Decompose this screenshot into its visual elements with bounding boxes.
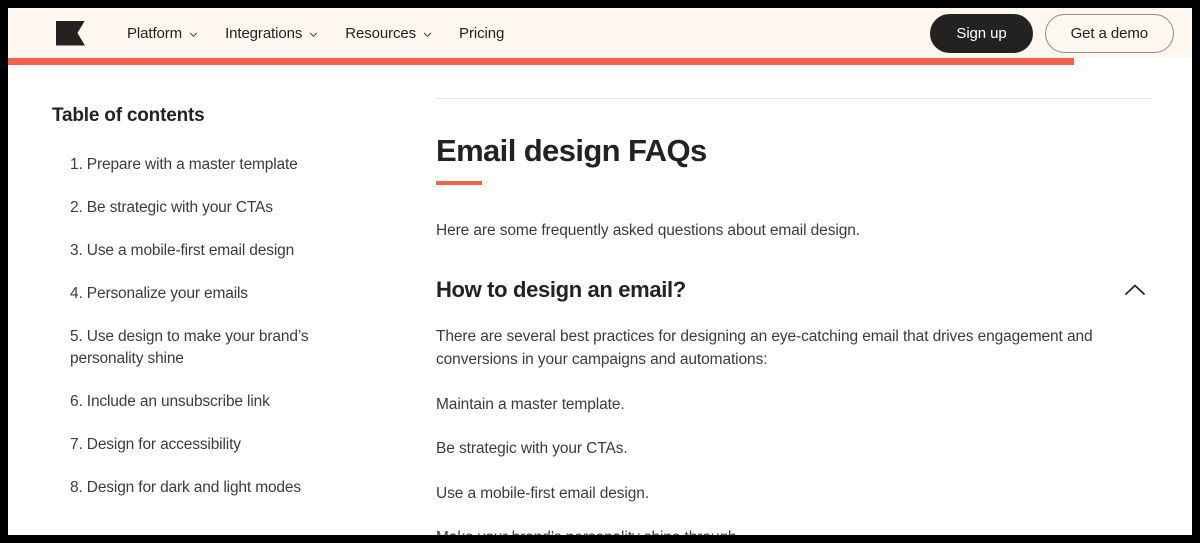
faq-answer-paragraph: Maintain a master template. xyxy=(436,395,625,413)
toc-item-6[interactable]: 6. Include an unsubscribe link xyxy=(52,391,368,413)
faq-answer-paragraph: Make your brand’s personality shine thro… xyxy=(436,526,1096,535)
page-title: Email design FAQs xyxy=(436,133,707,168)
section-divider xyxy=(436,98,1152,99)
faq-question-label: How to design an email? xyxy=(436,276,686,302)
main-navigation: Platform Integrations Resources Pricing xyxy=(127,25,504,42)
chevron-down-icon xyxy=(423,30,432,39)
nav-item-integrations[interactable]: Integrations xyxy=(225,25,318,42)
page-body: Table of contents 1. Prepare with a mast… xyxy=(8,65,1192,535)
nav-item-resources[interactable]: Resources xyxy=(345,25,432,42)
toc-item-5[interactable]: 5. Use design to make your brand’s perso… xyxy=(52,326,368,370)
nav-item-pricing[interactable]: Pricing xyxy=(459,25,504,42)
chevron-down-icon xyxy=(309,30,318,39)
article-content: Email design FAQs Here are some frequent… xyxy=(428,65,1192,535)
nav-item-label: Resources xyxy=(345,24,417,42)
sign-up-button[interactable]: Sign up xyxy=(930,13,1033,53)
chevron-up-icon[interactable] xyxy=(1124,283,1146,296)
reading-progress-bar xyxy=(8,58,1192,65)
table-of-contents: Table of contents 1. Prepare with a mast… xyxy=(8,65,428,535)
nav-item-label: Integrations xyxy=(225,24,303,42)
toc-title: Table of contents xyxy=(52,105,205,126)
browser-viewport: Power smarter digital relationships. Try… xyxy=(8,8,1192,535)
toc-item-4[interactable]: 4. Personalize your emails xyxy=(52,283,368,305)
toc-item-1[interactable]: 1. Prepare with a master template xyxy=(52,154,368,176)
faq-answer-paragraph: Be strategic with your CTAs. xyxy=(436,440,628,458)
faq-question-toggle[interactable]: How to design an email? xyxy=(436,277,1152,303)
get-a-demo-button[interactable]: Get a demo xyxy=(1044,13,1174,53)
faq-answer-body: There are several best practices for des… xyxy=(436,325,1152,535)
faq-item: How to design an email? There are severa… xyxy=(436,277,1152,535)
reading-progress-fill xyxy=(8,58,1074,65)
toc-item-2[interactable]: 2. Be strategic with your CTAs xyxy=(52,197,368,219)
chevron-down-icon xyxy=(189,30,198,39)
toc-item-8[interactable]: 8. Design for dark and light modes xyxy=(52,477,368,499)
klaviyo-flag-logo-icon[interactable] xyxy=(56,20,85,46)
heading-accent-underline xyxy=(436,180,482,185)
faq-answer-paragraph: Use a mobile-first email design. xyxy=(436,484,650,502)
nav-item-label: Pricing xyxy=(459,24,505,42)
header-actions: Sign up Get a demo xyxy=(930,13,1174,53)
toc-item-3[interactable]: 3. Use a mobile-first email design xyxy=(52,240,368,262)
toc-item-7[interactable]: 7. Design for accessibility xyxy=(52,434,368,456)
faq-answer-paragraph: There are several best practices for des… xyxy=(436,327,1093,369)
site-header: Platform Integrations Resources Pricing xyxy=(8,8,1192,58)
faq-intro-text: Here are some frequently asked questions… xyxy=(436,221,860,239)
nav-item-platform[interactable]: Platform xyxy=(127,25,198,42)
toc-list: 1. Prepare with a master template 2. Be … xyxy=(52,154,368,499)
nav-item-label: Platform xyxy=(127,24,183,42)
